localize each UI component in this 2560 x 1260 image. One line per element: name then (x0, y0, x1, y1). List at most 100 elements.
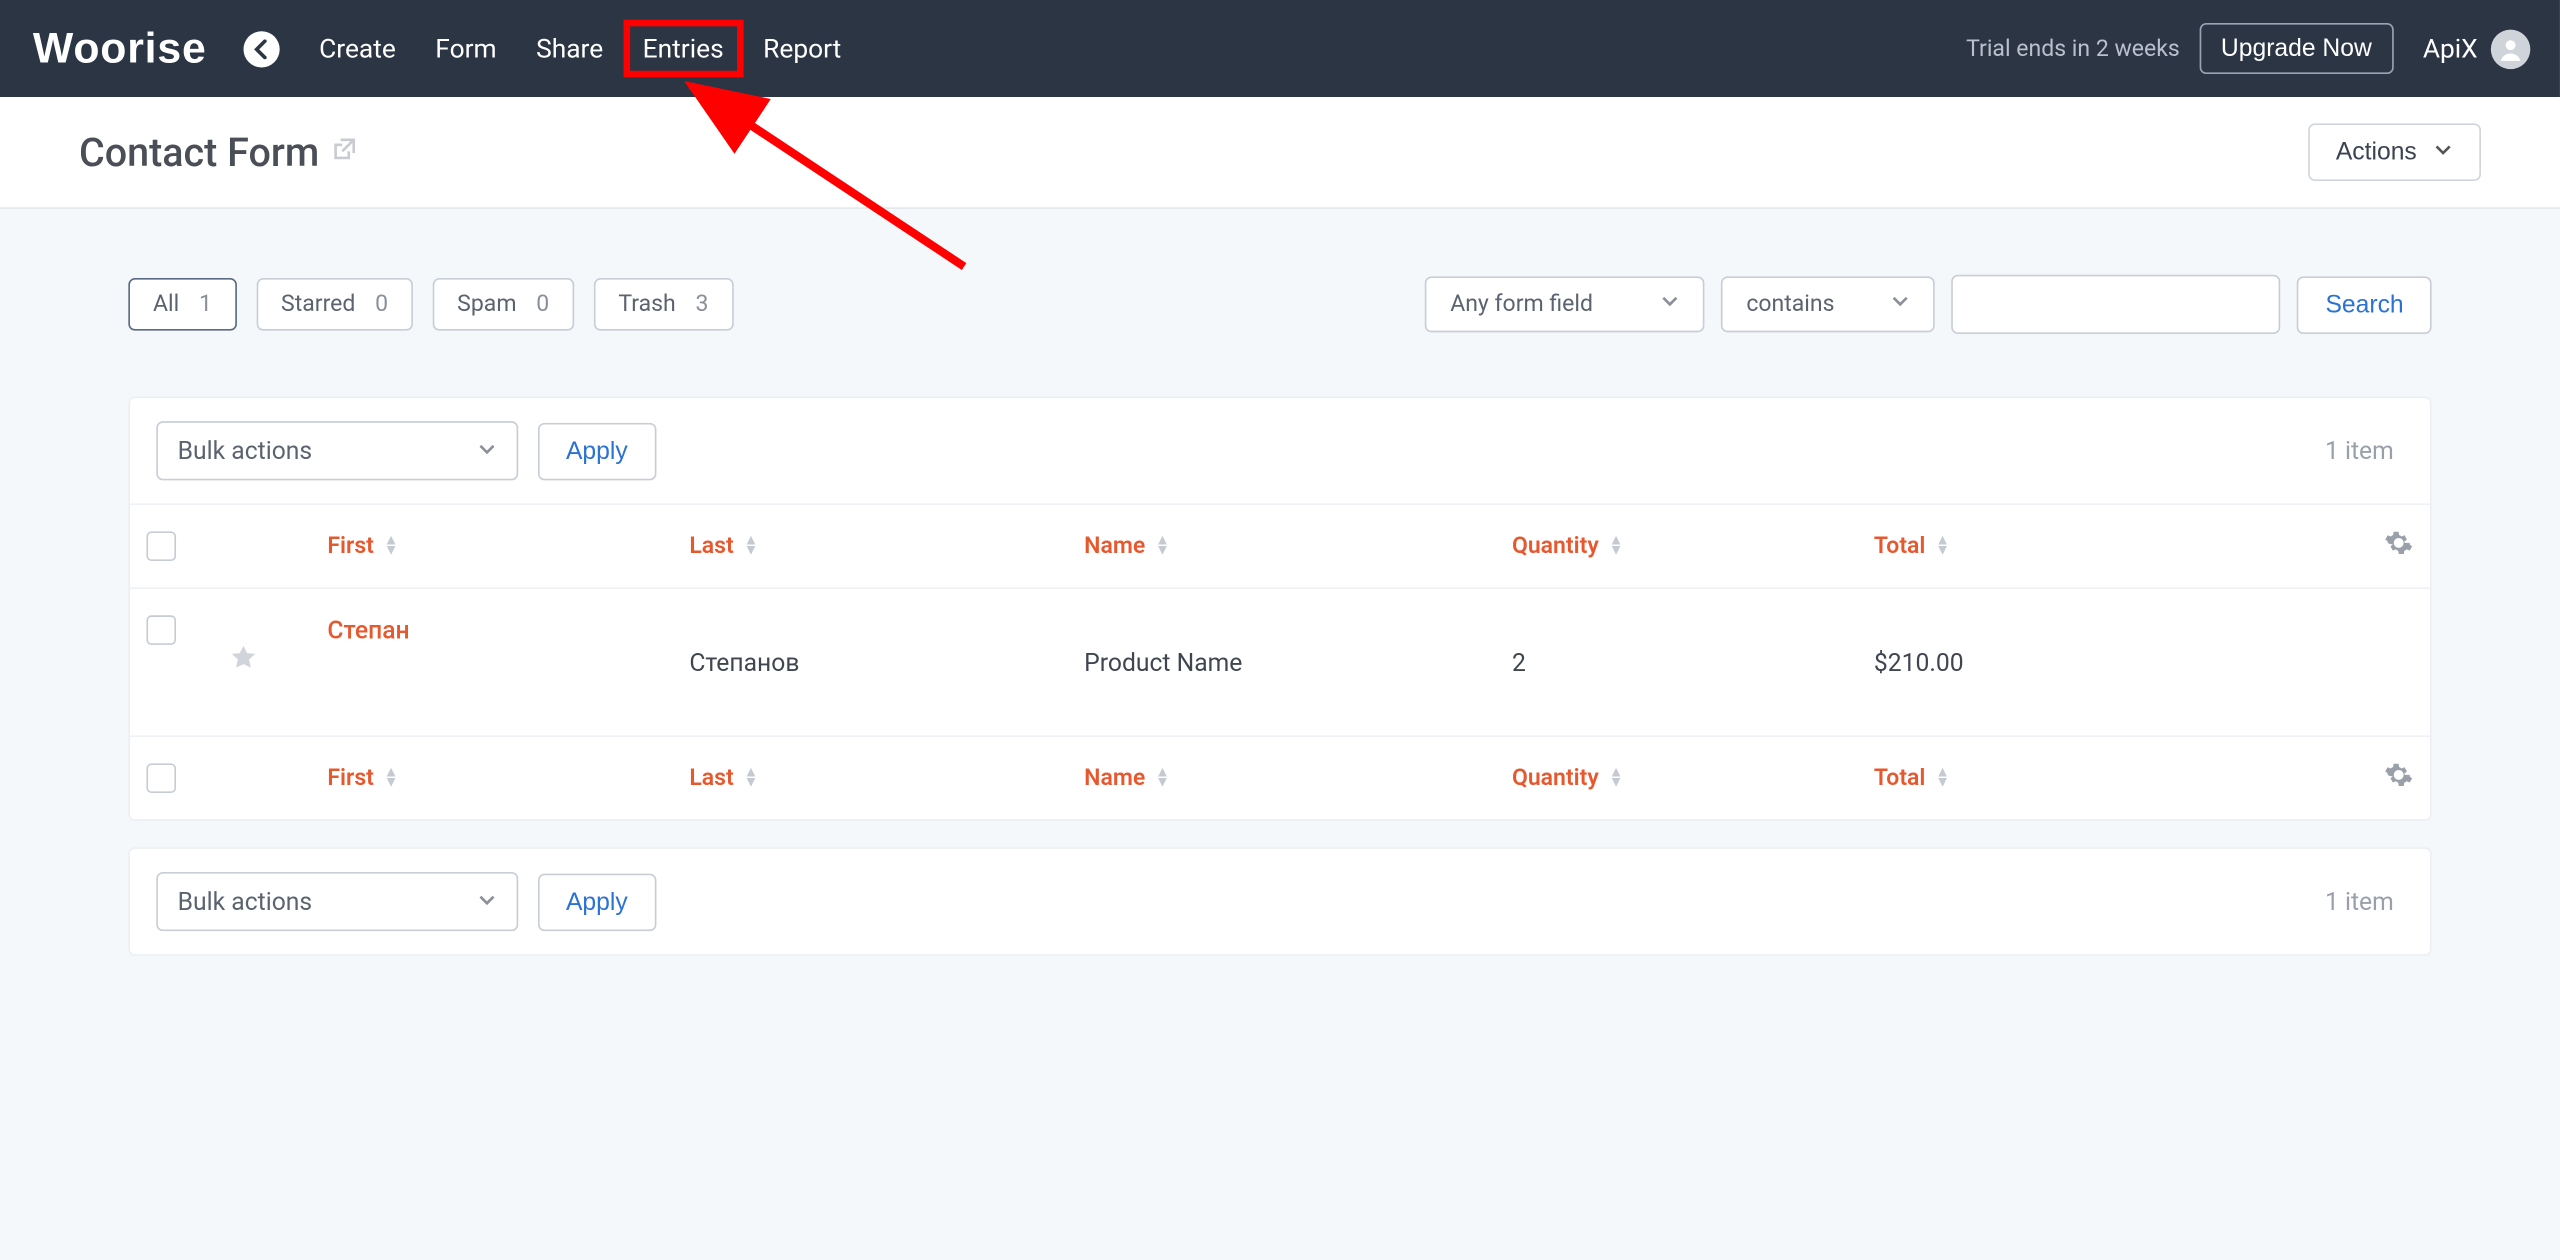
sort-icon: ▲▼ (384, 536, 399, 556)
col-label: Name (1084, 533, 1145, 559)
filter-tab-count: 0 (536, 291, 549, 317)
col-total[interactable]: Total ▲▼ (1874, 533, 2302, 559)
col-name[interactable]: Name ▲▼ (1084, 533, 1512, 559)
page-title: Contact Form (79, 129, 357, 175)
search-controls: Any form field contains Search (1426, 275, 2432, 334)
select-all-checkbox-bottom[interactable] (146, 763, 176, 793)
nav-share[interactable]: Share (520, 23, 620, 74)
sort-icon: ▲▼ (1609, 536, 1624, 556)
svg-text:Woorise: Woorise (33, 24, 207, 72)
trial-notice: Trial ends in 2 weeks (1966, 35, 2180, 61)
item-count: 1 item (2325, 436, 2404, 466)
bulk-actions-label: Bulk actions (178, 887, 312, 917)
operator-select[interactable]: contains (1722, 276, 1936, 332)
table-row: Степан Степанов Product Name 2 $210.00 (130, 587, 2430, 735)
nav-create[interactable]: Create (303, 23, 413, 74)
back-button[interactable] (243, 30, 279, 66)
col-name[interactable]: Name▲▼ (1084, 765, 1512, 791)
sort-icon: ▲▼ (1935, 768, 1950, 788)
page-title-text: Contact Form (79, 129, 319, 175)
chevron-down-icon (2433, 138, 2453, 166)
col-label: Total (1874, 533, 1926, 559)
filter-tab-count: 3 (695, 291, 708, 317)
filter-tab-starred[interactable]: Starred 0 (256, 278, 412, 331)
col-label: Last (689, 533, 733, 559)
filter-tab-label: All (153, 291, 179, 317)
entries-table: First ▲▼ Last ▲▼ Name ▲▼ Quantity ▲▼ Total ▲▼ (130, 503, 2430, 819)
table-header: First ▲▼ Last ▲▼ Name ▲▼ Quantity ▲▼ Total ▲▼ (130, 503, 2430, 587)
filter-tab-count: 0 (375, 291, 388, 317)
bulk-actions-label: Bulk actions (178, 436, 312, 466)
cell-last: Степанов (689, 647, 1084, 677)
apply-button[interactable]: Apply (538, 873, 656, 931)
external-link-icon[interactable] (332, 137, 357, 168)
field-select-label: Any form field (1450, 291, 1593, 317)
entries-card: Bulk actions Apply 1 item First ▲▼ Last ▲▼… (128, 396, 2431, 820)
bulk-row-top: Bulk actions Apply 1 item (130, 398, 2430, 503)
actions-label: Actions (2336, 138, 2417, 166)
select-all-checkbox[interactable] (146, 531, 176, 561)
filter-tab-label: Spam (457, 291, 516, 317)
user-menu[interactable]: ApiX (2423, 29, 2531, 68)
col-last[interactable]: Last ▲▼ (689, 533, 1084, 559)
sort-icon: ▲▼ (744, 768, 759, 788)
sub-header: Contact Form Actions (0, 97, 2560, 209)
search-button[interactable]: Search (2297, 276, 2431, 334)
actions-dropdown[interactable]: Actions (2308, 123, 2481, 181)
brand-logo: Woorise (33, 24, 214, 73)
cell-name: Product Name (1084, 647, 1512, 677)
col-label: Quantity (1512, 765, 1599, 791)
sort-icon: ▲▼ (1155, 768, 1170, 788)
top-nav: Woorise Create Form Share Entries Report… (0, 0, 2560, 97)
chevron-down-icon (477, 887, 497, 917)
col-quantity[interactable]: Quantity▲▼ (1512, 765, 1874, 791)
item-count: 1 item (2325, 887, 2404, 917)
col-label: First (327, 765, 374, 791)
nav-links: Create Form Share Entries Report (303, 23, 858, 74)
apply-button[interactable]: Apply (538, 422, 656, 480)
nav-entries[interactable]: Entries (626, 23, 740, 74)
filter-tab-trash[interactable]: Trash 3 (594, 278, 733, 331)
filter-row: All 1 Starred 0 Spam 0 Trash 3 (128, 275, 2431, 334)
filter-tab-all[interactable]: All 1 (128, 278, 236, 331)
operator-select-label: contains (1746, 291, 1834, 317)
columns-settings-button[interactable] (2384, 528, 2414, 564)
nav-form[interactable]: Form (419, 23, 513, 74)
row-checkbox[interactable] (146, 615, 176, 645)
sort-icon: ▲▼ (744, 536, 759, 556)
chevron-down-icon (477, 436, 497, 466)
sort-icon: ▲▼ (384, 768, 399, 788)
col-last[interactable]: Last▲▼ (689, 765, 1084, 791)
upgrade-button[interactable]: Upgrade Now (2200, 23, 2394, 74)
nav-report[interactable]: Report (747, 23, 858, 74)
chevron-down-icon (1891, 291, 1911, 317)
filter-tab-count: 1 (199, 291, 212, 317)
col-label: First (327, 533, 374, 559)
bulk-row-bottom: Bulk actions Apply 1 item (130, 849, 2430, 954)
field-select[interactable]: Any form field (1426, 276, 1706, 332)
filter-tab-spam[interactable]: Spam 0 (433, 278, 574, 331)
cell-total: $210.00 (1874, 647, 2302, 677)
entry-first-link[interactable]: Степан (327, 615, 409, 645)
search-input[interactable] (1952, 275, 2281, 334)
col-first[interactable]: First ▲▼ (327, 533, 689, 559)
col-label: Total (1874, 765, 1926, 791)
sort-icon: ▲▼ (1935, 536, 1950, 556)
bulk-card-bottom: Bulk actions Apply 1 item (128, 847, 2431, 956)
bulk-actions-select[interactable]: Bulk actions (156, 872, 518, 931)
avatar (2491, 29, 2530, 68)
table-footer: First▲▼ Last▲▼ Name▲▼ Quantity▲▼ Total▲▼ (130, 735, 2430, 819)
col-label: Quantity (1512, 533, 1599, 559)
col-total[interactable]: Total ▲▼ (1874, 765, 2302, 791)
col-first[interactable]: First ▲▼ (327, 765, 689, 791)
filter-tab-label: Trash (618, 291, 675, 317)
col-quantity[interactable]: Quantity ▲▼ (1512, 533, 1874, 559)
bulk-actions-select[interactable]: Bulk actions (156, 421, 518, 480)
star-toggle[interactable] (229, 643, 328, 681)
columns-settings-button[interactable] (2384, 760, 2414, 796)
user-name: ApiX (2423, 33, 2478, 64)
chevron-down-icon (1661, 291, 1681, 317)
sort-icon: ▲▼ (1155, 536, 1170, 556)
cell-quantity: 2 (1512, 647, 1874, 677)
filter-tab-label: Starred (281, 291, 355, 317)
